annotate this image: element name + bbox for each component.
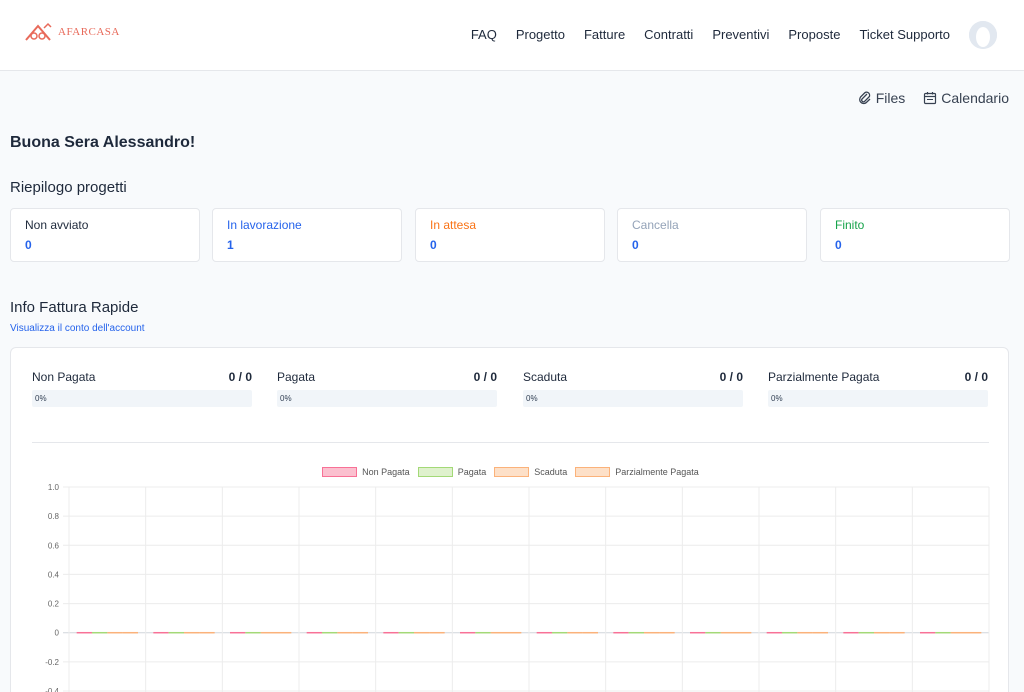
status-card-finito[interactable]: Finito 0 <box>820 208 1010 262</box>
chart-bar <box>414 631 430 634</box>
status-card-cancella[interactable]: Cancella 0 <box>617 208 807 262</box>
chart-bar <box>720 631 736 634</box>
chart-bar <box>659 631 675 634</box>
brand-logo[interactable]: AFARCASA <box>24 22 120 42</box>
invoices-title: Info Fattura Rapide <box>10 299 139 316</box>
chart-bar <box>92 631 108 634</box>
chart-bar <box>76 631 92 634</box>
y-tick-label: -0.2 <box>45 658 59 667</box>
status-card-in-lavorazione[interactable]: In lavorazione 1 <box>212 208 402 262</box>
chart-bar <box>812 631 828 634</box>
y-tick-label: 0.8 <box>48 512 60 521</box>
y-tick-label: 0.2 <box>48 600 60 609</box>
status-value: 1 <box>227 238 234 252</box>
avatar[interactable] <box>969 21 997 49</box>
status-value: 0 <box>632 238 639 252</box>
chart-bar <box>245 631 261 634</box>
chart-bar <box>107 631 123 634</box>
nav-fatture[interactable]: Fatture <box>584 27 625 42</box>
chart-bar <box>705 631 721 634</box>
chart-bar <box>276 631 292 634</box>
status-card-non-avviato[interactable]: Non avviato 0 <box>10 208 200 262</box>
chart-bar <box>782 631 798 634</box>
brand-name: AFARCASA <box>58 26 120 38</box>
chart-bar <box>567 631 583 634</box>
y-tick-label: 1.0 <box>48 483 60 492</box>
chart-bar <box>736 631 752 634</box>
chart-bar <box>950 631 966 634</box>
status-card-in-attesa[interactable]: In attesa 0 <box>415 208 605 262</box>
chart-bar <box>199 631 215 634</box>
projects-summary-title: Riepilogo progetti <box>10 179 127 196</box>
nav-proposte[interactable]: Proposte <box>788 27 840 42</box>
nav-progetto[interactable]: Progetto <box>516 27 565 42</box>
nav-contratti[interactable]: Contratti <box>644 27 693 42</box>
invoice-bar-chart: 1.0 0.8 0.6 0.4 0.2 0 -0.2 -0.4 <box>45 483 990 692</box>
chart-bar <box>920 631 936 634</box>
chart-bar <box>122 631 138 634</box>
chart-bar <box>398 631 414 634</box>
utility-links: Files Calendario <box>858 90 1009 106</box>
y-tick-label: -0.4 <box>45 687 59 692</box>
chart-bar <box>889 631 905 634</box>
chart-bar <box>153 631 169 634</box>
chart-bar <box>475 631 491 634</box>
y-tick-label: 0 <box>55 629 60 638</box>
chart-bar <box>184 631 200 634</box>
user-avatar-icon <box>969 21 997 49</box>
chart-bar <box>935 631 951 634</box>
chart-bar <box>552 631 568 634</box>
chart-bar <box>490 631 506 634</box>
chart-bar <box>628 631 644 634</box>
account-statement-link[interactable]: Visualizza il conto dell'account <box>10 323 145 334</box>
chart-bar <box>858 631 874 634</box>
status-label: In attesa <box>430 218 477 232</box>
paperclip-icon <box>858 91 871 105</box>
calendar-icon <box>924 92 937 105</box>
nav-faq[interactable]: FAQ <box>471 27 497 42</box>
chart-bar <box>536 631 552 634</box>
greeting: Buona Sera Alessandro! <box>10 134 196 151</box>
invoice-panel: Non Pagata 0 / 0 0% Pagata 0 / 0 0% Scad… <box>10 347 1009 692</box>
y-tick-label: 0.6 <box>48 541 60 550</box>
chart-bar <box>306 631 322 634</box>
status-label: In lavorazione <box>227 218 302 232</box>
nav-ticket-supporto[interactable]: Ticket Supporto <box>859 27 950 42</box>
main-nav: FAQ Progetto Fatture Contratti Preventiv… <box>471 27 950 42</box>
chart-bar <box>460 631 476 634</box>
y-tick-label: 0.4 <box>48 570 60 579</box>
chart-bar <box>322 631 338 634</box>
files-link[interactable]: Files <box>858 90 906 106</box>
chart-bar <box>582 631 598 634</box>
chart-bar <box>506 631 522 634</box>
status-value: 0 <box>25 238 32 252</box>
chart-bar <box>644 631 660 634</box>
status-value: 0 <box>430 238 437 252</box>
chart-bar <box>429 631 445 634</box>
top-navbar: AFARCASA FAQ Progetto Fatture Contratti … <box>0 0 1024 71</box>
chart-bar <box>352 631 368 634</box>
files-label: Files <box>875 90 906 106</box>
chart-bar <box>966 631 982 634</box>
chart-bar <box>383 631 399 634</box>
status-label: Non avviato <box>25 218 89 232</box>
calendar-link[interactable]: Calendario <box>923 90 1009 106</box>
nav-preventivi[interactable]: Preventivi <box>712 27 769 42</box>
calendar-label: Calendario <box>941 90 1009 106</box>
chart-bar <box>260 631 276 634</box>
status-label: Cancella <box>632 218 679 232</box>
chart-bar <box>168 631 184 634</box>
status-label: Finito <box>835 218 865 232</box>
chart-bar <box>337 631 353 634</box>
chart-bar <box>230 631 246 634</box>
house-logo-icon <box>25 22 52 41</box>
chart-bar <box>843 631 859 634</box>
chart-bar <box>766 631 782 634</box>
chart-bar <box>613 631 629 634</box>
chart-bar <box>690 631 706 634</box>
chart-bar <box>874 631 890 634</box>
chart-bar <box>797 631 813 634</box>
status-value: 0 <box>835 238 842 252</box>
